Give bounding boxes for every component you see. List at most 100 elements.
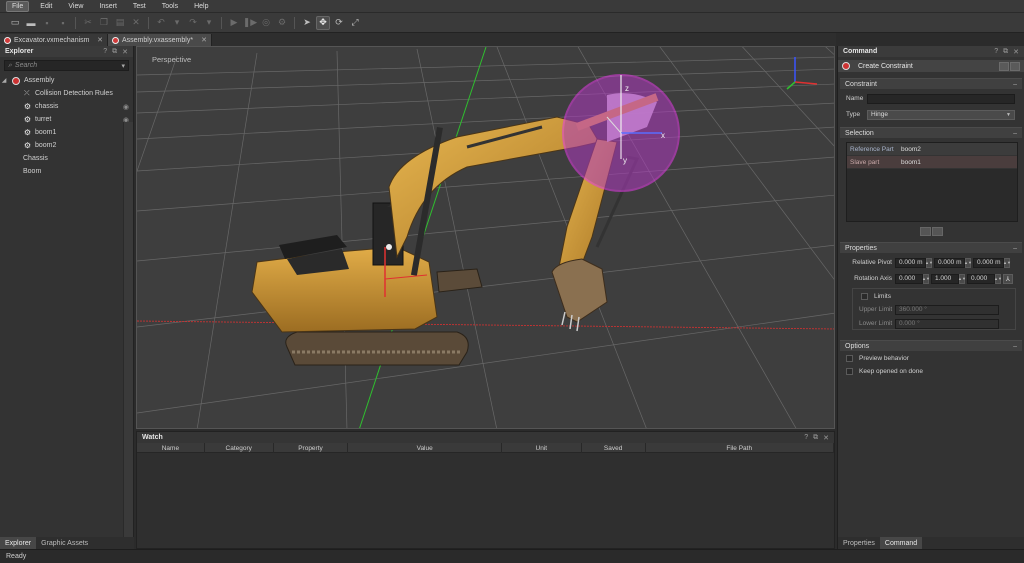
step-icon[interactable]: ❚▶: [243, 16, 257, 30]
tree-item-boom[interactable]: Boom: [0, 165, 133, 178]
float-icon[interactable]: ⧉: [1003, 48, 1008, 56]
close-icon[interactable]: ✕: [97, 36, 103, 44]
collapse-icon[interactable]: –: [1013, 245, 1017, 252]
move-down-button[interactable]: [931, 227, 943, 236]
type-dropdown[interactable]: Hinge ▼: [867, 109, 1015, 120]
undo-dropdown-icon[interactable]: ▾: [170, 16, 184, 30]
name-field[interactable]: [867, 93, 1015, 104]
axis-pick-button[interactable]: ⅄: [1003, 273, 1013, 284]
perspective-label[interactable]: Perspective: [152, 55, 191, 64]
delete-icon[interactable]: ✕: [129, 16, 143, 30]
tab-excavator-mechanism[interactable]: Excavator.vxmechanism ✕: [0, 34, 108, 46]
pivot-x-field[interactable]: 0.000 m: [895, 257, 926, 268]
tree-item-boom2-part[interactable]: ⚙ boom2 ◉: [0, 139, 133, 152]
tab-assembly[interactable]: Assembly.vxassembly* ✕: [108, 34, 212, 46]
open-file-icon[interactable]: ▬: [24, 16, 38, 30]
close-icon[interactable]: ✕: [1013, 48, 1019, 56]
tree-item-turret-part[interactable]: ⚙ turret ◉: [0, 113, 133, 126]
col-value[interactable]: Value: [348, 443, 502, 453]
float-icon[interactable]: ⧉: [813, 434, 818, 442]
visibility-eye-icon[interactable]: ◉: [123, 103, 129, 111]
tab-explorer[interactable]: Explorer: [0, 537, 37, 549]
undo-icon[interactable]: ↶: [154, 16, 168, 30]
pointer-icon[interactable]: ➤: [300, 16, 314, 30]
collapse-icon[interactable]: –: [1013, 81, 1017, 88]
tree-item-boom1-part[interactable]: ⚙ boom1 ◉: [0, 126, 133, 139]
preview-behavior-checkbox[interactable]: [846, 355, 853, 362]
keep-opened-checkbox[interactable]: [846, 368, 853, 375]
cut-icon[interactable]: ✂: [81, 16, 95, 30]
axis-z-field[interactable]: 0.000: [967, 273, 995, 284]
col-saved[interactable]: Saved: [582, 443, 646, 453]
col-property[interactable]: Property: [274, 443, 349, 453]
col-file-path[interactable]: File Path: [646, 443, 834, 453]
properties-section-header[interactable]: Properties –: [840, 242, 1022, 253]
pivot-z-field[interactable]: 0.000 m: [973, 257, 1004, 268]
scale-icon[interactable]: ⤢: [348, 16, 362, 30]
new-file-icon[interactable]: ▭: [8, 16, 22, 30]
reference-part-row[interactable]: Reference Part boom2: [847, 143, 1017, 156]
limits-checkbox[interactable]: [861, 293, 868, 300]
float-icon[interactable]: ⧉: [112, 48, 117, 56]
help-icon[interactable]: ?: [804, 434, 808, 442]
menu-file[interactable]: File: [6, 0, 30, 12]
pivot-x-spinbox[interactable]: 0.000 m ▲▼: [895, 257, 933, 268]
menu-tools[interactable]: Tools: [157, 2, 183, 11]
help-icon[interactable]: ?: [103, 48, 107, 56]
selection-section-header[interactable]: Selection –: [840, 127, 1022, 138]
tree-item-chassis-part[interactable]: ⚙ chassis ◉: [0, 100, 133, 113]
tree-item-assembly[interactable]: ◢ Assembly: [0, 74, 133, 87]
cancel-button[interactable]: [1010, 61, 1020, 71]
record-icon[interactable]: ◎: [259, 16, 273, 30]
explorer-scrollbar[interactable]: [123, 122, 133, 563]
search-options-icon[interactable]: ▾: [121, 62, 125, 70]
options-section-header[interactable]: Options –: [840, 340, 1022, 351]
pivot-y-spinbox[interactable]: 0.000 m ▲▼: [934, 257, 972, 268]
pivot-z-spinbox[interactable]: 0.000 m ▲▼: [973, 257, 1011, 268]
menu-insert[interactable]: Insert: [94, 2, 122, 11]
axis-y-field[interactable]: 1.000: [931, 273, 959, 284]
paste-icon[interactable]: ▤: [113, 16, 127, 30]
spin-arrows-icon[interactable]: ▲▼: [964, 257, 972, 268]
collapse-arrow-icon[interactable]: ◢: [0, 77, 8, 84]
spin-arrows-icon[interactable]: ▲▼: [994, 273, 1002, 284]
rotate-icon[interactable]: ⟳: [332, 16, 346, 30]
col-unit[interactable]: Unit: [502, 443, 582, 453]
copy-icon[interactable]: ❐: [97, 16, 111, 30]
tree-item-collision-rules[interactable]: ⤫ Collision Detection Rules: [0, 87, 133, 100]
3d-viewport[interactable]: z x y Perspective: [136, 46, 835, 429]
menu-view[interactable]: View: [63, 2, 88, 11]
tab-properties[interactable]: Properties: [838, 537, 880, 549]
search-input[interactable]: ⌕ Search ▾: [4, 60, 129, 71]
collapse-icon[interactable]: –: [1013, 343, 1017, 350]
axis-z-spinbox[interactable]: 0.000 ▲▼: [967, 273, 1002, 284]
axis-x-field[interactable]: 0.000: [895, 273, 923, 284]
collapse-icon[interactable]: –: [1013, 130, 1017, 137]
spin-arrows-icon[interactable]: ▲▼: [922, 273, 930, 284]
save-icon[interactable]: ▪: [40, 16, 54, 30]
spin-arrows-icon[interactable]: ▲▼: [1003, 257, 1011, 268]
tab-graphic-assets[interactable]: Graphic Assets: [36, 537, 93, 549]
move-up-button[interactable]: [919, 227, 931, 236]
menu-edit[interactable]: Edit: [35, 2, 57, 11]
settings-icon[interactable]: ⚙: [275, 16, 289, 30]
col-category[interactable]: Category: [205, 443, 274, 453]
close-icon[interactable]: ✕: [201, 36, 207, 44]
ok-button[interactable]: [999, 61, 1009, 71]
move-icon[interactable]: ✥: [316, 15, 330, 30]
save-all-icon[interactable]: ▪: [56, 16, 70, 30]
axis-y-spinbox[interactable]: 1.000 ▲▼: [931, 273, 966, 284]
redo-icon[interactable]: ↷: [186, 16, 200, 30]
slave-part-row[interactable]: Slave part boom1: [847, 156, 1017, 169]
close-icon[interactable]: ✕: [823, 434, 829, 442]
menu-test[interactable]: Test: [128, 2, 151, 11]
menu-help[interactable]: Help: [189, 2, 213, 11]
tab-command[interactable]: Command: [879, 537, 923, 549]
play-icon[interactable]: ▶: [227, 16, 241, 30]
pivot-y-field[interactable]: 0.000 m: [934, 257, 965, 268]
spin-arrows-icon[interactable]: ▲▼: [958, 273, 966, 284]
redo-dropdown-icon[interactable]: ▾: [202, 16, 216, 30]
axis-x-spinbox[interactable]: 0.000 ▲▼: [895, 273, 930, 284]
constraint-section-header[interactable]: Constraint –: [840, 78, 1022, 89]
col-name[interactable]: Name: [137, 443, 205, 453]
